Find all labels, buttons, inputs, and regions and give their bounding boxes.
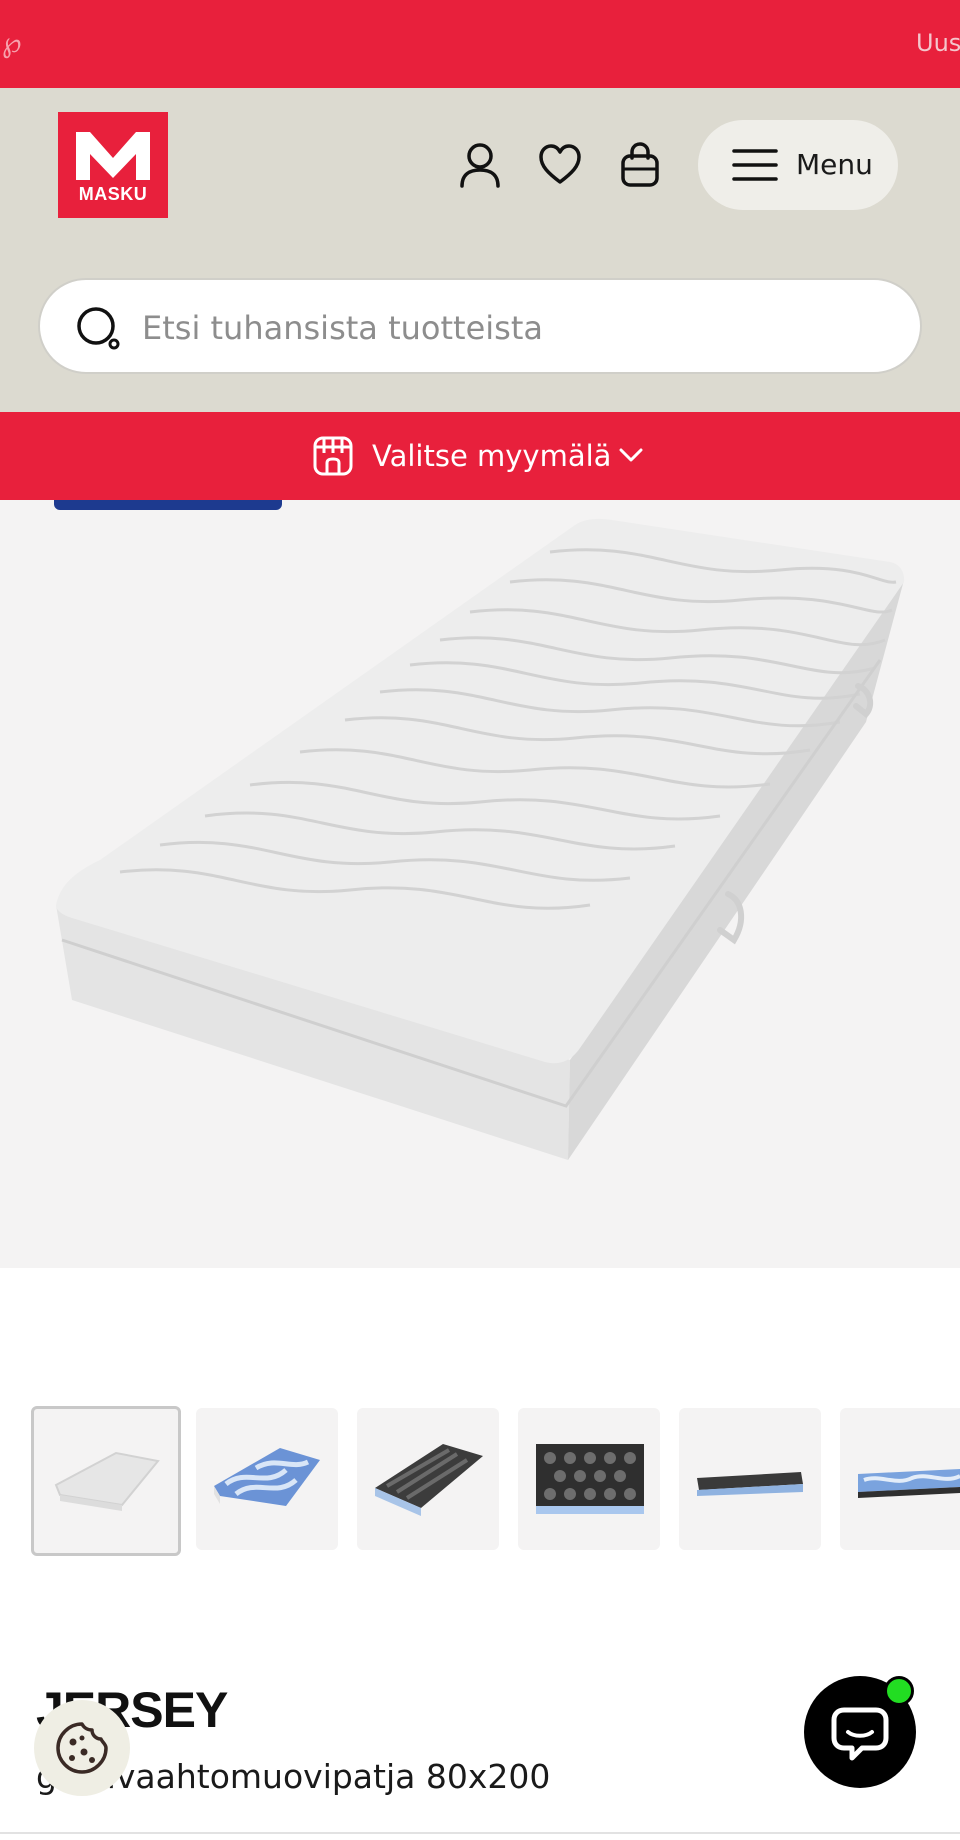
masku-logo[interactable]: MASKU [58, 112, 168, 218]
thumbnail-1[interactable] [31, 1406, 181, 1556]
thumbnail-3[interactable] [357, 1408, 499, 1550]
thumbnail-2[interactable] [196, 1408, 338, 1550]
thumbnail-strip [0, 1404, 960, 1558]
online-status-dot [884, 1676, 914, 1706]
promo-text[interactable]: Uus [916, 28, 960, 58]
menu-button[interactable]: Menu [698, 120, 898, 210]
store-icon [313, 436, 353, 476]
menu-label: Menu [796, 148, 873, 181]
store-selector[interactable]: Valitse myymälä [0, 412, 960, 500]
chat-bubble-icon [831, 1707, 889, 1761]
cookie-icon [56, 1722, 108, 1774]
cookie-settings-button[interactable] [34, 1700, 130, 1796]
thumbnail-4[interactable] [518, 1408, 660, 1550]
heart-icon[interactable] [538, 142, 582, 188]
account-icon[interactable] [458, 142, 502, 188]
search-input[interactable]: Etsi tuhansista tuotteista [38, 278, 922, 374]
product-badge [54, 500, 282, 510]
hamburger-icon [732, 149, 778, 181]
logo-text: MASKU [78, 184, 148, 204]
product-main-image[interactable] [0, 500, 960, 1268]
divider [0, 1832, 960, 1834]
store-selector-label: Valitse myymälä [372, 439, 612, 473]
search-icon [77, 307, 120, 350]
thumbnail-6[interactable] [840, 1408, 960, 1550]
promo-bar: ℘ Uus [0, 0, 960, 88]
logo-m-mark [76, 132, 150, 180]
chevron-down-icon [619, 448, 643, 462]
site-header: MASKU Menu Etsi tuhansista tuotteista [0, 88, 960, 412]
thumbnail-5[interactable] [679, 1408, 821, 1550]
bag-icon[interactable] [618, 142, 662, 188]
pinterest-icon[interactable]: ℘ [2, 28, 24, 58]
search-placeholder: Etsi tuhansista tuotteista [142, 309, 543, 347]
mattress-image [56, 518, 905, 1160]
